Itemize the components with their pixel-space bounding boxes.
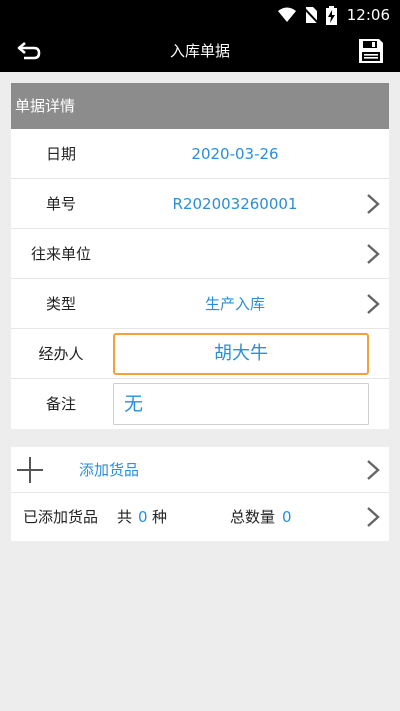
order-number-value: R202003260001 xyxy=(172,195,298,213)
goods-count: 0 xyxy=(138,508,148,526)
save-button[interactable] xyxy=(356,36,386,66)
add-goods-row[interactable]: 添加货品 xyxy=(11,447,389,493)
remark-input[interactable]: 无 xyxy=(113,383,369,425)
type-row[interactable]: 类型 生产入库 xyxy=(11,279,389,329)
chevron-right-icon xyxy=(367,507,380,527)
detail-card: 单据详情 日期 2020-03-26 单号 R202003260001 往来单位… xyxy=(11,83,389,429)
page-title: 入库单据 xyxy=(169,42,230,60)
type-value: 生产入库 xyxy=(204,295,265,313)
no-sim-icon xyxy=(303,7,318,24)
status-time: 12:06 xyxy=(346,6,390,24)
chevron-right-icon xyxy=(367,460,380,480)
remark-row: 备注 无 xyxy=(11,379,389,429)
add-goods-label: 添加货品 xyxy=(79,461,140,479)
total-quantity: 0 xyxy=(282,508,292,526)
goods-count-prefix: 共 xyxy=(117,508,133,526)
added-goods-row[interactable]: 已添加货品 共 0 种 总数量 0 xyxy=(11,493,389,541)
partner-row[interactable]: 往来单位 xyxy=(11,229,389,279)
added-goods-label: 已添加货品 xyxy=(23,508,99,526)
chevron-right-icon xyxy=(367,244,380,264)
plus-icon xyxy=(17,457,43,483)
handler-row: 经办人 胡大牛 xyxy=(11,329,389,379)
battery-charging-icon xyxy=(325,5,337,25)
type-label: 类型 xyxy=(45,295,76,313)
chevron-right-icon xyxy=(367,194,380,214)
chevron-right-icon xyxy=(367,294,380,314)
date-value: 2020-03-26 xyxy=(191,145,279,163)
remark-label: 备注 xyxy=(45,395,76,413)
status-icons: 12:06 xyxy=(277,4,390,26)
goods-card: 添加货品 已添加货品 共 0 种 总数量 0 xyxy=(11,447,389,541)
app-bar: 入库单据 xyxy=(0,30,400,72)
total-quantity-label: 总数量 xyxy=(230,508,276,526)
wifi-icon xyxy=(277,7,296,22)
order-number-row[interactable]: 单号 R202003260001 xyxy=(11,179,389,229)
goods-count-suffix: 种 xyxy=(152,508,168,526)
save-icon xyxy=(359,39,383,63)
date-label: 日期 xyxy=(45,145,76,163)
section-title: 单据详情 xyxy=(11,83,389,129)
status-bar: 12:06 xyxy=(0,0,400,30)
date-row[interactable]: 日期 2020-03-26 xyxy=(11,129,389,179)
order-number-label: 单号 xyxy=(45,195,76,213)
handler-input[interactable]: 胡大牛 xyxy=(113,333,369,375)
handler-label: 经办人 xyxy=(38,345,84,363)
partner-label: 往来单位 xyxy=(30,245,91,263)
